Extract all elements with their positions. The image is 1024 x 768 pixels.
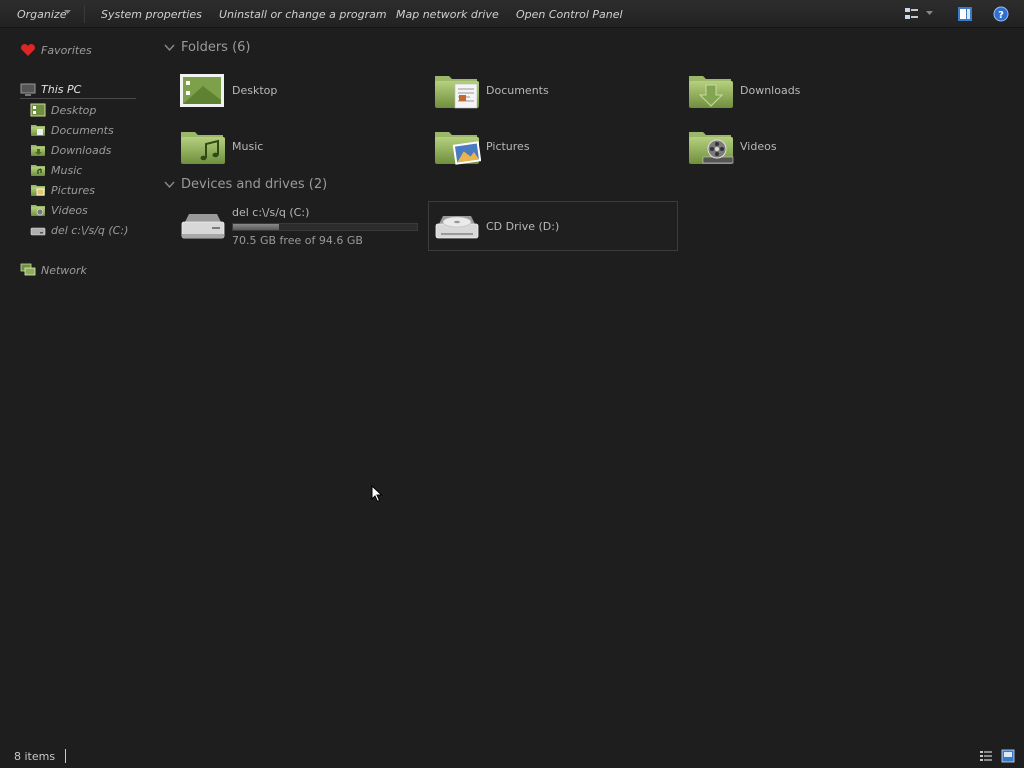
folder-label: Documents [486,83,549,97]
uninstall-program-button[interactable]: Uninstall or change a program [219,8,387,21]
folder-label: Desktop [232,83,278,97]
folder-tile-downloads[interactable]: Downloads [687,67,937,113]
nav-label: This PC [41,83,82,96]
folder-label: Downloads [740,83,801,97]
folder-tile-music[interactable]: Music [179,123,429,169]
open-control-panel-button[interactable]: Open Control Panel [516,8,623,21]
details-view-icon[interactable] [979,749,993,763]
drive-name: del c:\/s/q (C:) [232,205,310,219]
organize-button[interactable]: Organize [17,8,66,21]
system-properties-button[interactable]: System properties [101,8,202,21]
videos-folder-icon [30,203,46,217]
status-item-count: 8 items [14,750,56,763]
nav-label: Music [51,163,83,177]
map-network-drive-button[interactable]: Map network drive [396,8,499,21]
help-icon[interactable]: ? [993,6,1009,22]
folder-label: Videos [740,139,777,153]
drive-tile-c[interactable]: del c:\/s/q (C:) 70.5 GB free of 94.6 GB [179,201,429,251]
group-header-label: Devices and drives (2) [181,177,328,192]
desktop-folder-icon [180,74,224,107]
nav-item-music[interactable]: Music [30,161,82,179]
nav-item-documents[interactable]: Documents [30,121,114,139]
documents-folder-icon [433,70,481,109]
nav-favorites[interactable]: Favorites [20,41,92,59]
downloads-folder-icon [687,70,735,110]
folder-tile-desktop[interactable]: Desktop [179,67,429,113]
chevron-down-icon [64,10,71,14]
network-icon [20,263,36,276]
command-bar: Organize System properties Uninstall or … [0,0,1024,28]
drive-info: del c:\/s/q (C:) 70.5 GB free of 94.6 GB [232,206,418,247]
nav-item-videos[interactable]: Videos [30,201,88,219]
pictures-folder-icon [30,183,46,197]
nav-item-drive-c[interactable]: del c:\/s/q (C:) [30,221,128,239]
drive-tile-d[interactable]: CD Drive (D:) [428,201,678,251]
music-folder-icon [30,163,46,177]
nav-label: Desktop [51,103,97,117]
drive-usage-fill [233,223,279,230]
folder-label: Pictures [486,139,530,153]
chevron-down-icon [164,44,175,51]
nav-label: Documents [51,123,114,137]
preview-pane-icon[interactable] [957,6,973,22]
pictures-folder-icon [433,126,481,165]
view-options-icon[interactable] [904,6,920,22]
folders-group-header[interactable]: Folders (6) [164,40,251,55]
nav-label: Pictures [51,183,96,197]
svg-text:?: ? [998,10,1004,21]
nav-item-desktop[interactable]: Desktop [30,101,96,119]
music-folder-icon [179,126,227,166]
large-icons-view-icon[interactable] [1001,749,1015,763]
text-caret [65,749,66,763]
group-header-label: Folders (6) [181,40,251,55]
mouse-pointer-icon [371,485,383,503]
folder-label: Music [232,139,264,153]
folder-tile-pictures[interactable]: Pictures [433,123,683,169]
desktop-icon [30,103,46,117]
toolbar-divider [84,5,85,23]
folder-tile-videos[interactable]: Videos [687,123,937,169]
drive-free-space: 70.5 GB free of 94.6 GB [232,233,363,247]
nav-item-downloads[interactable]: Downloads [30,141,111,159]
nav-this-pc[interactable]: This PC [20,81,136,99]
drive-name: CD Drive (D:) [486,219,560,233]
documents-folder-icon [30,123,46,137]
chevron-down-icon [164,181,175,188]
heart-icon [21,44,35,56]
drives-group-header[interactable]: Devices and drives (2) [164,177,327,192]
drive-icon [30,227,46,236]
drive-usage-bar [232,222,418,231]
hard-drive-icon [181,214,225,239]
view-dropdown-chevron-icon[interactable] [926,11,933,16]
nav-label: Downloads [51,143,112,157]
nav-label: Videos [51,203,88,217]
videos-folder-icon [687,126,734,166]
computer-icon [20,83,36,96]
nav-label: del c:\/s/q (C:) [51,223,129,237]
folder-tile-documents[interactable]: Documents [433,67,683,113]
downloads-folder-icon [30,143,46,157]
cd-drive-icon [435,216,479,239]
nav-item-pictures[interactable]: Pictures [30,181,95,199]
nav-label: Favorites [41,43,92,57]
nav-label: Network [41,263,87,277]
nav-network[interactable]: Network [20,261,87,279]
